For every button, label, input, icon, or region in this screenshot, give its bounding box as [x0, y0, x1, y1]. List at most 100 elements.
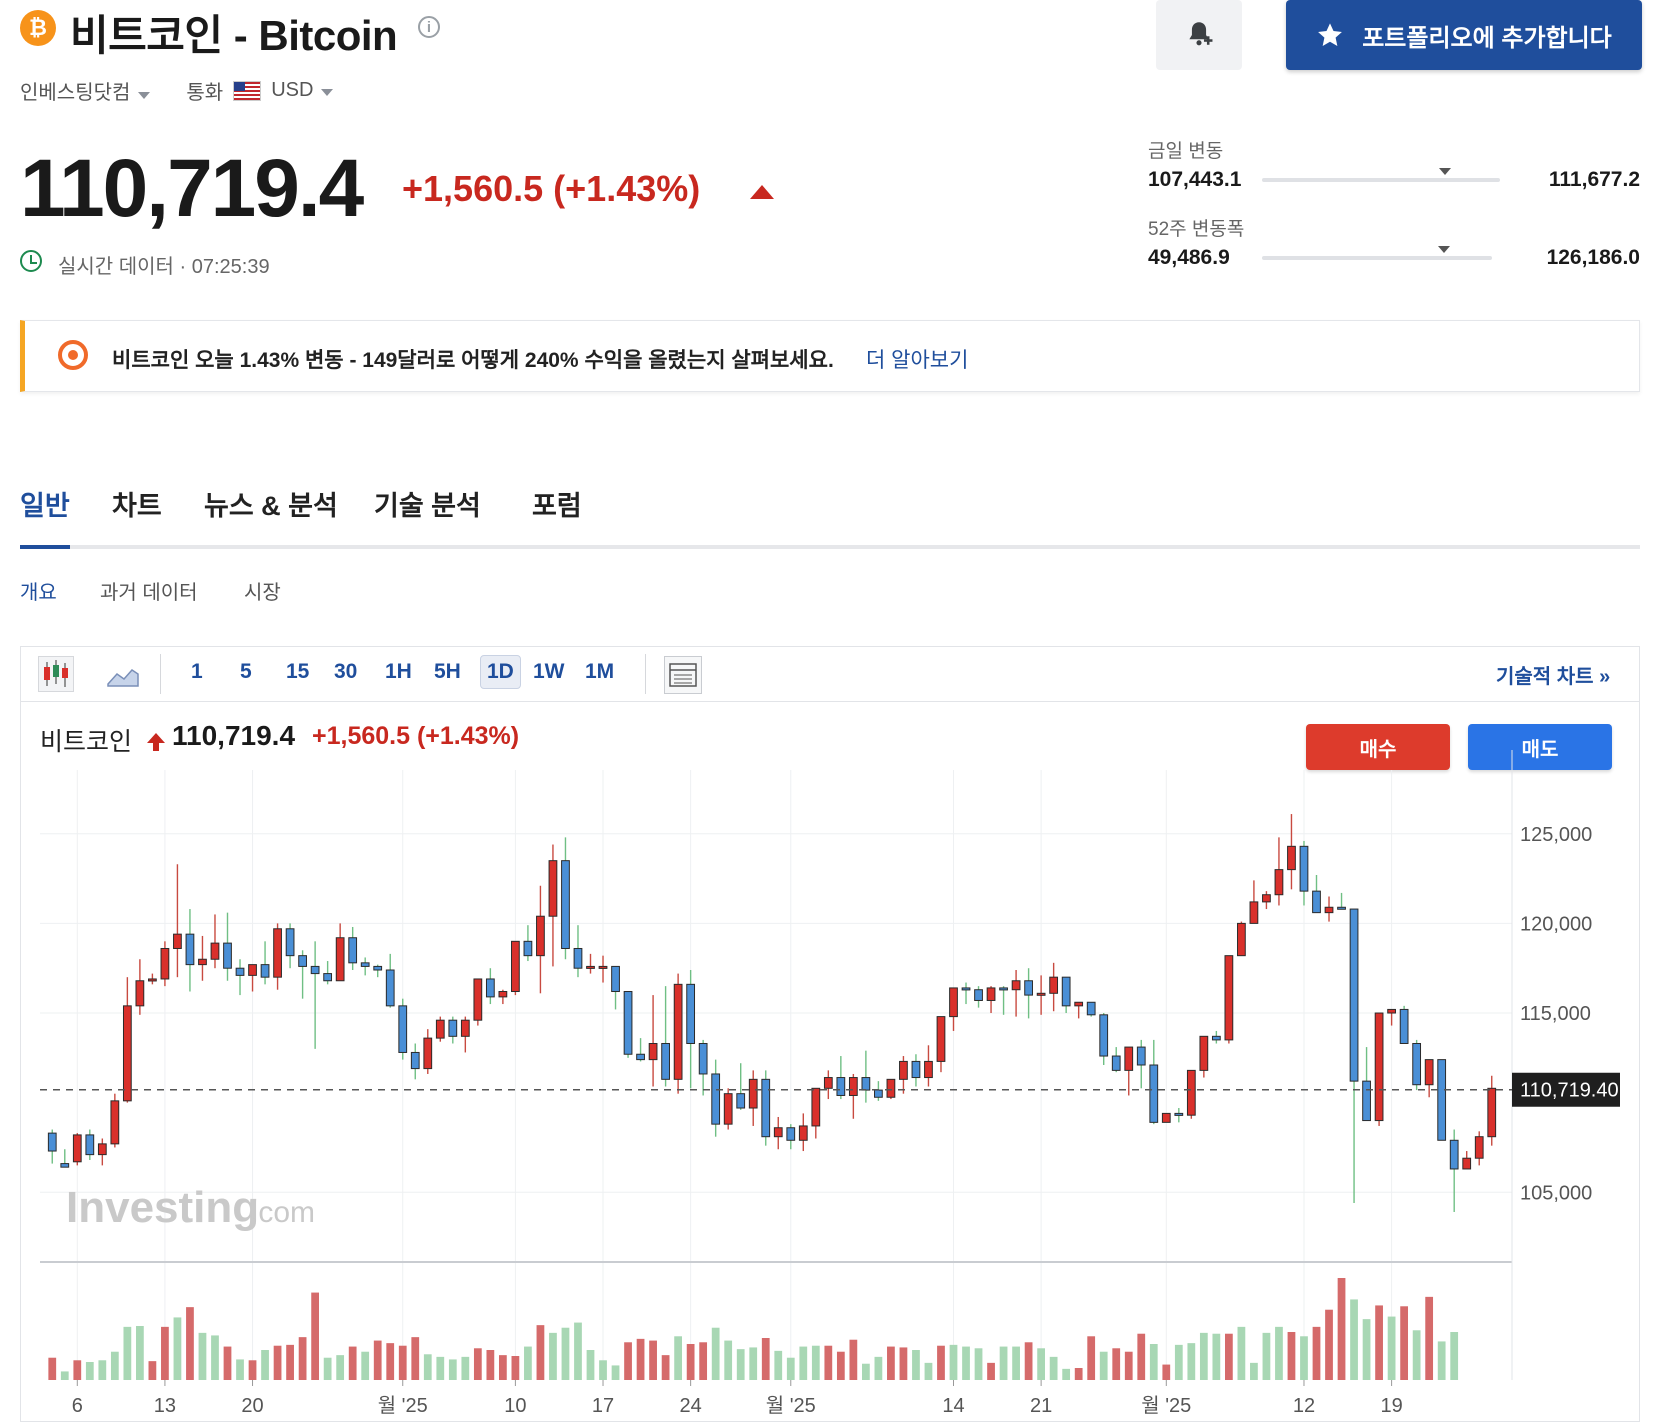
volume-bar [649, 1340, 657, 1380]
volume-bar [1375, 1305, 1383, 1380]
volume-bar [549, 1332, 557, 1380]
candle-body [1036, 992, 1046, 996]
candle-body [1287, 845, 1296, 871]
candle-body [823, 1077, 833, 1089]
x-tick-label: 21 [1030, 1395, 1052, 1417]
x-tick-label: 6 [72, 1395, 83, 1417]
volume-bar [273, 1345, 282, 1380]
candle-body [1424, 1059, 1434, 1086]
candle-body [536, 915, 545, 957]
volume-bar [511, 1356, 520, 1380]
volume-bar [924, 1362, 933, 1380]
x-tick-label: 월 '25 [1141, 1394, 1191, 1417]
candle-body [561, 860, 570, 949]
volume-bar [824, 1345, 833, 1380]
candle-body [974, 989, 983, 1001]
candle-body [285, 928, 295, 957]
volume-bar [436, 1356, 445, 1380]
volume-bar [336, 1355, 345, 1380]
volume-bar [1250, 1362, 1258, 1380]
volume-bar [311, 1292, 320, 1380]
candle-body [160, 947, 170, 980]
volume-bar [1300, 1336, 1308, 1380]
y-tick-label: 125,000 [1520, 824, 1592, 846]
candle-body [435, 1019, 445, 1039]
candle-body [1412, 1042, 1422, 1086]
candle-body [148, 978, 157, 982]
volume-bar [1262, 1332, 1271, 1380]
investing-watermark-suffix: .com [250, 1196, 315, 1229]
x-tick-label: 월 '25 [766, 1394, 816, 1417]
candle-body [223, 942, 232, 969]
volume-bar [248, 1360, 257, 1380]
volume-bar [962, 1346, 970, 1380]
candle-body [648, 1042, 658, 1061]
volume-bar [636, 1338, 645, 1380]
volume-bar [323, 1357, 332, 1380]
candle-body [1362, 1080, 1371, 1122]
candle-body [523, 940, 533, 957]
volume-bar [1337, 1278, 1346, 1380]
candle-body [1399, 1008, 1409, 1044]
candle-body [748, 1078, 758, 1109]
volume-bar [774, 1350, 783, 1380]
volume-bar [1400, 1306, 1409, 1380]
x-tick-label: 14 [942, 1395, 964, 1417]
volume-bar [198, 1332, 207, 1380]
volume-bar [736, 1349, 745, 1380]
volume-bar [236, 1359, 244, 1380]
candle-body [723, 1093, 733, 1125]
volume-bar [298, 1337, 307, 1380]
volume-bar [1024, 1342, 1033, 1380]
candle-body [1387, 1008, 1396, 1014]
candle-body [586, 965, 595, 969]
candle-body [1324, 906, 1334, 914]
candle-body [886, 1078, 896, 1098]
candle-body [611, 965, 620, 993]
volume-bar [48, 1357, 57, 1380]
volume-bar [1112, 1348, 1121, 1380]
volume-bar [611, 1365, 620, 1380]
candle-body [1249, 901, 1259, 924]
volume-bar [1437, 1341, 1446, 1380]
candle-body [473, 978, 483, 1021]
candle-body [248, 964, 257, 976]
volume-bar [1325, 1309, 1333, 1380]
candle-body [986, 987, 996, 1001]
candle-body [1099, 1014, 1109, 1057]
candle-body [273, 928, 282, 978]
candle-body [673, 983, 683, 1080]
volume-bar [1087, 1336, 1096, 1380]
volume-bar [661, 1355, 670, 1380]
y-tick-label: 120,000 [1520, 913, 1592, 935]
candle-body [1262, 894, 1271, 903]
candle-body [899, 1060, 908, 1080]
candle-body [636, 1053, 645, 1061]
volume-bar [448, 1359, 457, 1380]
candle-body [1111, 1055, 1121, 1071]
volume-bar [1162, 1364, 1171, 1380]
candle-body [874, 1089, 883, 1098]
candle-body [661, 1042, 670, 1080]
candle-body [1124, 1046, 1134, 1071]
volume-bar [173, 1317, 182, 1380]
volume-bar [286, 1344, 294, 1380]
x-tick-label: 19 [1380, 1395, 1402, 1417]
volume-bar [98, 1360, 107, 1380]
x-tick-label: 12 [1293, 1395, 1315, 1417]
candle-body [1487, 1087, 1497, 1138]
volume-bar [874, 1356, 883, 1380]
volume-bar [724, 1340, 733, 1380]
price-chart[interactable]: 125,000 120,000 115,000 105,000 Investing.co… [0, 0, 1656, 1422]
candle-body [999, 987, 1008, 991]
candle-body [210, 942, 220, 960]
x-tick-label: 13 [154, 1395, 176, 1417]
volume-bar [411, 1337, 420, 1380]
candle-body [335, 937, 345, 982]
volume-bar [786, 1357, 795, 1380]
current-price-label: 110,719.40 [1520, 1080, 1619, 1102]
candle-body [848, 1077, 858, 1096]
volume-bar [398, 1345, 407, 1380]
volume-bar [1425, 1296, 1434, 1380]
candle-body [1224, 955, 1234, 1041]
